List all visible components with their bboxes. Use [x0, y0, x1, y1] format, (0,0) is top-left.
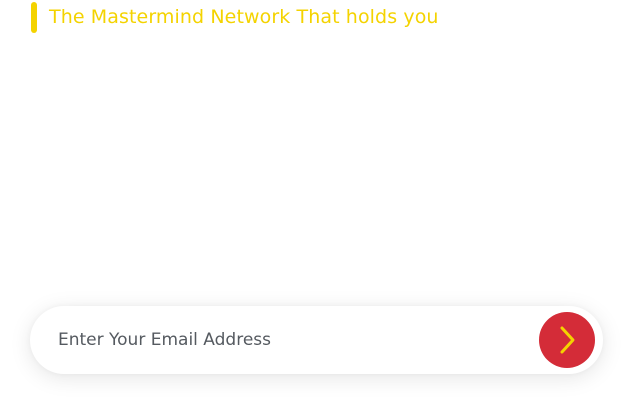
- submit-button[interactable]: [539, 312, 595, 368]
- email-field[interactable]: [58, 320, 528, 360]
- tagline-text: The Mastermind Network That holds you: [49, 6, 439, 28]
- chevron-right-icon: [556, 325, 578, 355]
- tagline: The Mastermind Network That holds you: [31, 2, 439, 33]
- email-signup-form: [30, 306, 603, 374]
- accent-bar: [31, 2, 37, 33]
